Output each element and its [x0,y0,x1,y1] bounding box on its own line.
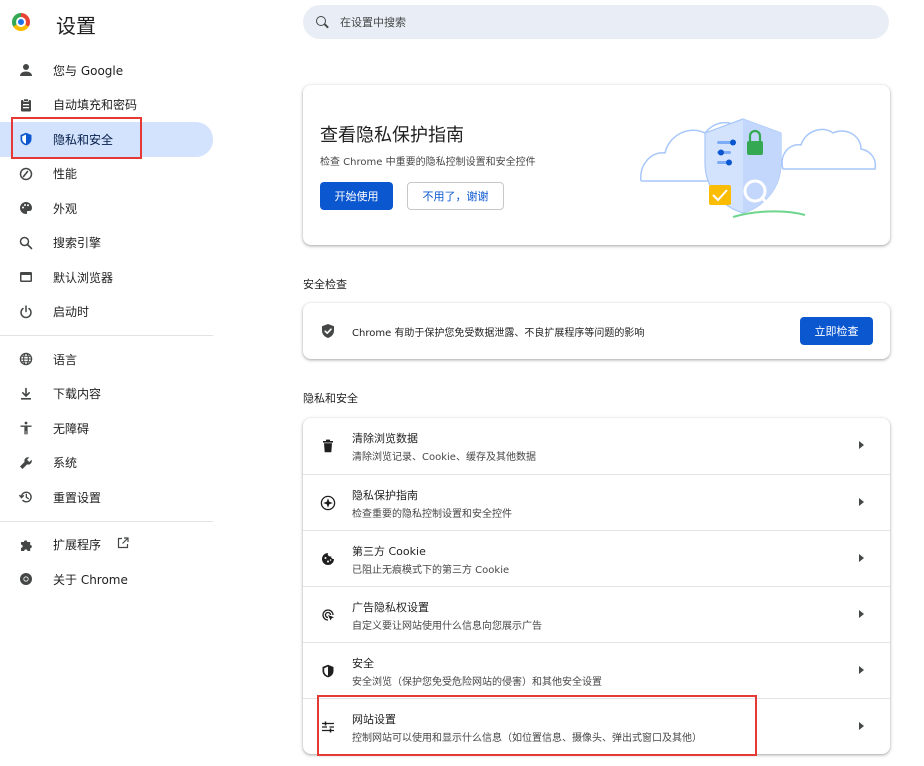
compass-icon [319,494,337,512]
list-item-subtitle: 已阻止无痕模式下的第三方 Cookie [352,565,510,576]
safety-check-description: Chrome 有助于保护您免受数据泄露、不良扩展程序等问题的影响 [352,328,645,339]
list-item-subtitle: 清除浏览记录、Cookie、缓存及其他数据 [352,452,536,463]
list-item-clear-browsing-data[interactable]: 清除浏览数据 清除浏览记录、Cookie、缓存及其他数据 [303,418,890,474]
highlight-box-privacy-nav [11,117,142,159]
sidebar-divider [0,335,213,336]
search-icon [316,16,328,28]
globe-icon [18,351,34,367]
sidebar-item-label: 外观 [53,201,78,216]
shield-icon [319,662,337,680]
wrench-icon [18,455,34,471]
search-input[interactable] [340,15,840,29]
person-icon [18,62,34,78]
power-icon [18,304,34,320]
chrome-logo-icon [12,13,30,31]
sidebar-item-accessibility[interactable]: 无障碍 [0,411,213,446]
sidebar-item-system[interactable]: 系统 [0,446,213,481]
search-bar[interactable] [303,5,889,39]
sidebar-item-label: 无障碍 [53,421,90,436]
highlight-box-site-settings [317,695,757,756]
sidebar-item-label: 您与 Google [53,63,124,78]
speedometer-icon [18,166,34,182]
sidebar-item-label: 关于 Chrome [53,572,128,587]
check-now-button[interactable]: 立即检查 [800,317,873,345]
sidebar-item-you-and-google[interactable]: 您与 Google [0,53,213,88]
list-item-title: 安全 [352,657,374,670]
download-icon [18,386,34,402]
list-item-subtitle: 检查重要的隐私控制设置和安全控件 [352,509,512,520]
list-item-subtitle: 安全浏览（保护您免受危险网站的侵害）和其他安全设置 [352,677,602,688]
privacy-guide-illustration-icon [640,118,877,218]
sidebar-item-extensions[interactable]: 扩展程序 [0,528,213,563]
sidebar-item-label: 自动填充和密码 [53,98,138,113]
list-item-title: 隐私保护指南 [352,489,418,502]
sidebar-item-downloads[interactable]: 下载内容 [0,377,213,412]
get-started-button[interactable]: 开始使用 [320,182,393,210]
external-link-icon [117,537,129,552]
list-item-title: 第三方 Cookie [352,545,426,558]
list-item-third-party-cookies[interactable]: 第三方 Cookie 已阻止无痕模式下的第三方 Cookie [303,530,890,586]
sidebar-item-label: 下载内容 [53,387,102,402]
sidebar-item-label: 性能 [53,167,78,182]
chevron-right-icon [859,666,864,674]
settings-page: 设置 您与 Google 自动填充和密码 隐私和安全 [0,0,924,766]
puzzle-piece-icon [18,537,34,553]
sidebar-item-reset[interactable]: 重置设置 [0,480,213,515]
page-title: 设置 [56,14,96,38]
cookie-icon [319,550,337,568]
sidebar-item-label: 搜索引擎 [53,236,102,251]
ad-privacy-icon [319,606,337,624]
privacy-guide-promo-card: 查看隐私保护指南 检查 Chrome 中重要的隐私控制设置和安全控件 开始使用 … [303,85,890,245]
privacy-section-heading: 隐私和安全 [303,392,358,405]
safety-check-heading: 安全检查 [303,278,347,291]
no-thanks-button[interactable]: 不用了，谢谢 [407,182,504,210]
sidebar-item-languages[interactable]: 语言 [0,342,213,377]
sidebar-item-label: 重置设置 [53,490,102,505]
sidebar-item-label: 语言 [53,352,78,367]
browser-window-icon [18,269,34,285]
sidebar-item-label: 启动时 [53,305,90,320]
chevron-right-icon [859,554,864,562]
chevron-right-icon [859,498,864,506]
sidebar-item-on-startup[interactable]: 启动时 [0,295,213,330]
trash-icon [319,437,337,455]
chevron-right-icon [859,441,864,449]
promo-title: 查看隐私保护指南 [320,125,464,146]
sidebar-divider [0,520,213,522]
settings-header: 设置 [0,0,230,48]
chevron-right-icon [859,722,864,730]
sidebar-item-default-browser[interactable]: 默认浏览器 [0,260,213,295]
list-item-subtitle: 自定义要让网站使用什么信息向您展示广告 [352,621,542,632]
sidebar-item-performance[interactable]: 性能 [0,157,213,192]
list-item-title: 清除浏览数据 [352,432,418,445]
palette-icon [18,200,34,216]
list-item-privacy-guide[interactable]: 隐私保护指南 检查重要的隐私控制设置和安全控件 [303,474,890,530]
safety-check-card: Chrome 有助于保护您免受数据泄露、不良扩展程序等问题的影响 立即检查 [303,303,890,359]
list-item-title: 广告隐私权设置 [352,601,429,614]
sidebar-item-search-engine[interactable]: 搜索引擎 [0,226,213,261]
promo-description: 检查 Chrome 中重要的隐私控制设置和安全控件 [320,157,536,168]
sidebar-item-appearance[interactable]: 外观 [0,191,213,226]
sidebar-item-about-chrome[interactable]: 关于 Chrome [0,562,213,597]
chrome-icon [18,571,34,587]
clipboard-icon [18,97,34,113]
sidebar-item-label: 扩展程序 [53,538,102,553]
sidebar-item-label: 默认浏览器 [53,270,114,285]
accessibility-icon [18,420,34,436]
list-item-ad-privacy[interactable]: 广告隐私权设置 自定义要让网站使用什么信息向您展示广告 [303,586,890,642]
chevron-right-icon [859,610,864,618]
sidebar-item-label: 系统 [53,456,78,471]
search-icon [18,235,34,251]
list-item-security[interactable]: 安全 安全浏览（保护您免受危险网站的侵害）和其他安全设置 [303,642,890,698]
history-reset-icon [18,489,34,505]
shield-check-icon [322,324,334,338]
